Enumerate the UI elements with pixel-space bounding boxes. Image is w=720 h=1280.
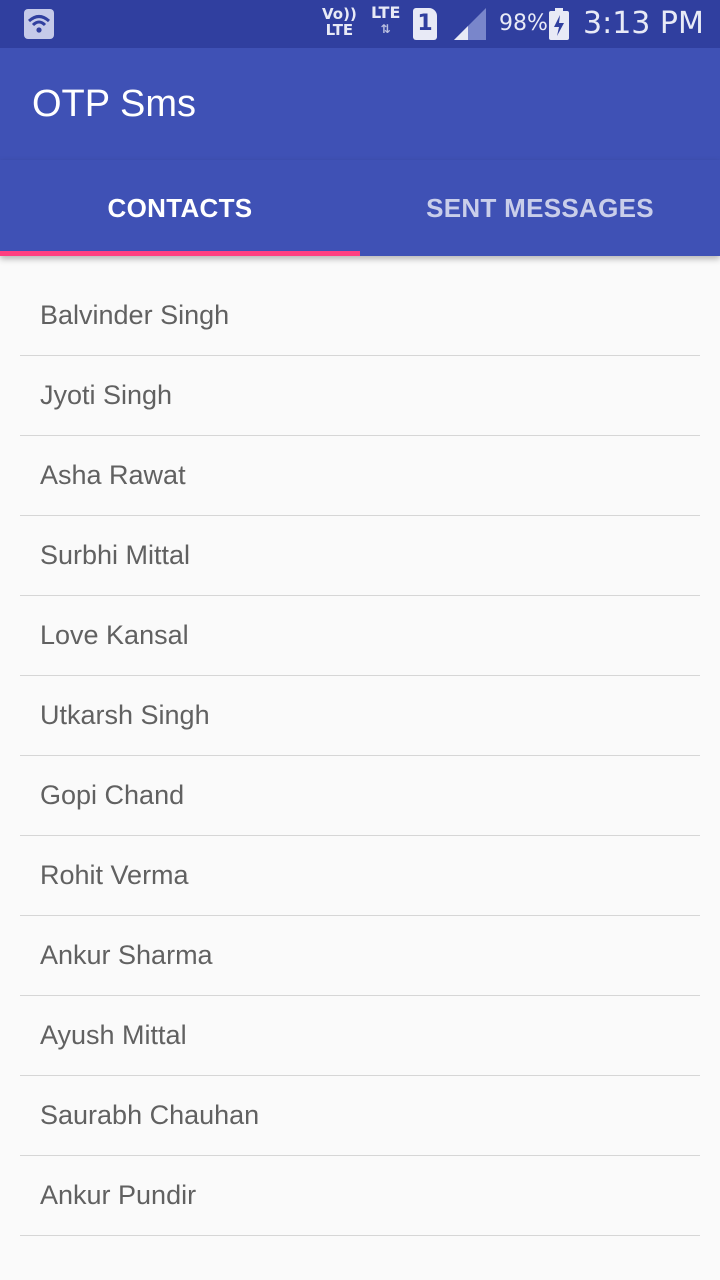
contact-name: Saurabh Chauhan: [40, 1100, 260, 1130]
app-title: OTP Sms: [32, 83, 196, 125]
contact-name: Ayush Mittal: [40, 1020, 187, 1050]
contact-name: Love Kansal: [40, 620, 189, 650]
contact-item[interactable]: Surbhi Mittal: [20, 516, 700, 596]
contact-item[interactable]: Asha Rawat: [20, 436, 700, 516]
contact-name: Rohit Verma: [40, 860, 189, 890]
contact-item[interactable]: Love Kansal: [20, 596, 700, 676]
contact-name: Utkarsh Singh: [40, 700, 210, 730]
network-type: LTE: [371, 3, 401, 22]
contact-item[interactable]: Jyoti Singh: [20, 356, 700, 436]
tab-contacts[interactable]: CONTACTS: [0, 160, 360, 256]
contact-item[interactable]: Ankur Sharma: [20, 916, 700, 996]
data-arrows-icon: ⇅: [380, 22, 391, 36]
wifi-icon: [24, 9, 54, 39]
battery-percent: 98%: [499, 11, 548, 36]
contact-name: Gopi Chand: [40, 780, 185, 810]
volte-line2: LTE: [325, 21, 354, 39]
contact-item[interactable]: Balvinder Singh: [20, 276, 700, 356]
contact-item[interactable]: Saurabh Chauhan: [20, 1076, 700, 1156]
contact-item[interactable]: Gopi Chand: [20, 756, 700, 836]
contact-item[interactable]: Ankur Pundir: [20, 1156, 700, 1236]
contact-name: Ankur Sharma: [40, 940, 213, 970]
network-indicator: LTE ⇅: [371, 5, 400, 37]
status-bar: Vo)) LTE LTE ⇅ 1 98% 3:13 PM: [0, 0, 720, 48]
contact-item[interactable]: Rohit Verma: [20, 836, 700, 916]
contact-item[interactable]: Utkarsh Singh: [20, 676, 700, 756]
contact-name: Asha Rawat: [40, 460, 186, 490]
contact-name: Ankur Pundir: [40, 1180, 197, 1210]
contact-name: Balvinder Singh: [40, 300, 230, 330]
tab-sent-messages[interactable]: SENT MESSAGES: [360, 160, 720, 256]
contact-name: Jyoti Singh: [40, 380, 173, 410]
clock: 3:13 PM: [583, 6, 704, 41]
tab-bar: CONTACTS SENT MESSAGES: [0, 160, 720, 256]
sim-icon: 1: [413, 8, 437, 40]
signal-icon: [454, 8, 486, 40]
contact-item[interactable]: Ayush Mittal: [20, 996, 700, 1076]
volte-indicator: Vo)) LTE: [322, 6, 357, 38]
contact-list: Balvinder Singh Jyoti Singh Asha Rawat S…: [20, 276, 700, 1236]
contact-name: Surbhi Mittal: [40, 540, 191, 570]
battery-charging-icon: [549, 8, 569, 40]
app-bar: OTP Sms: [0, 48, 720, 160]
tab-indicator: [0, 251, 360, 256]
